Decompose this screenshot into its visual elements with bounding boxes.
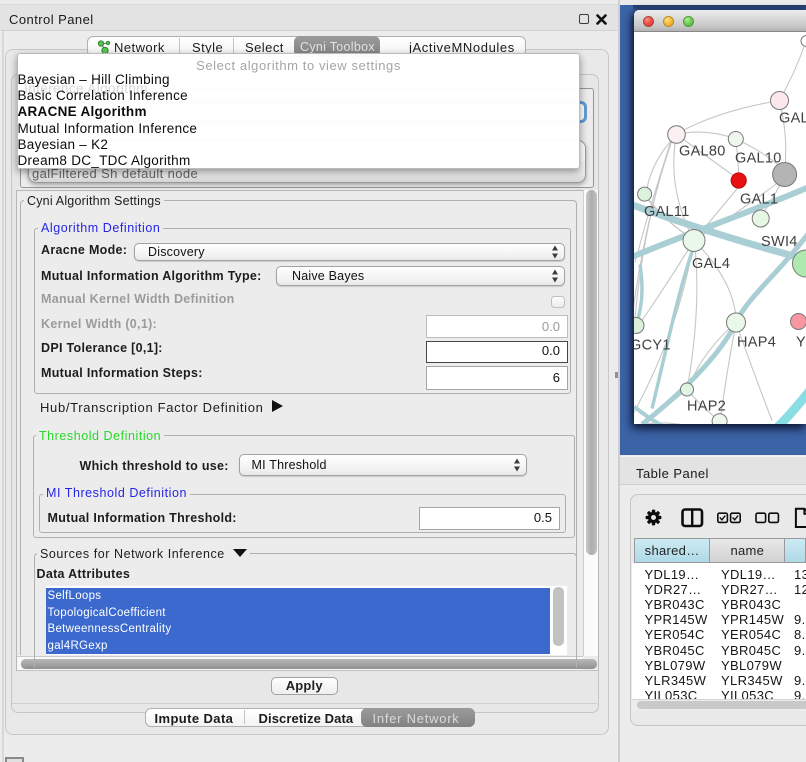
svg-text:HAP2: HAP2 <box>687 398 726 414</box>
svg-text:Y: Y <box>796 334 806 350</box>
svg-text:GAL10: GAL10 <box>735 150 782 166</box>
svg-text:GAL1: GAL1 <box>740 191 778 207</box>
svg-text:GAL7: GAL7 <box>779 110 806 126</box>
svg-text:HAP4: HAP4 <box>737 334 776 350</box>
svg-text:GAL11: GAL11 <box>644 204 690 220</box>
svg-text:GAL80: GAL80 <box>679 143 726 159</box>
svg-text:SWI4: SWI4 <box>761 234 798 250</box>
svg-text:GCY1: GCY1 <box>634 337 671 353</box>
svg-text:GAL4: GAL4 <box>692 256 730 272</box>
